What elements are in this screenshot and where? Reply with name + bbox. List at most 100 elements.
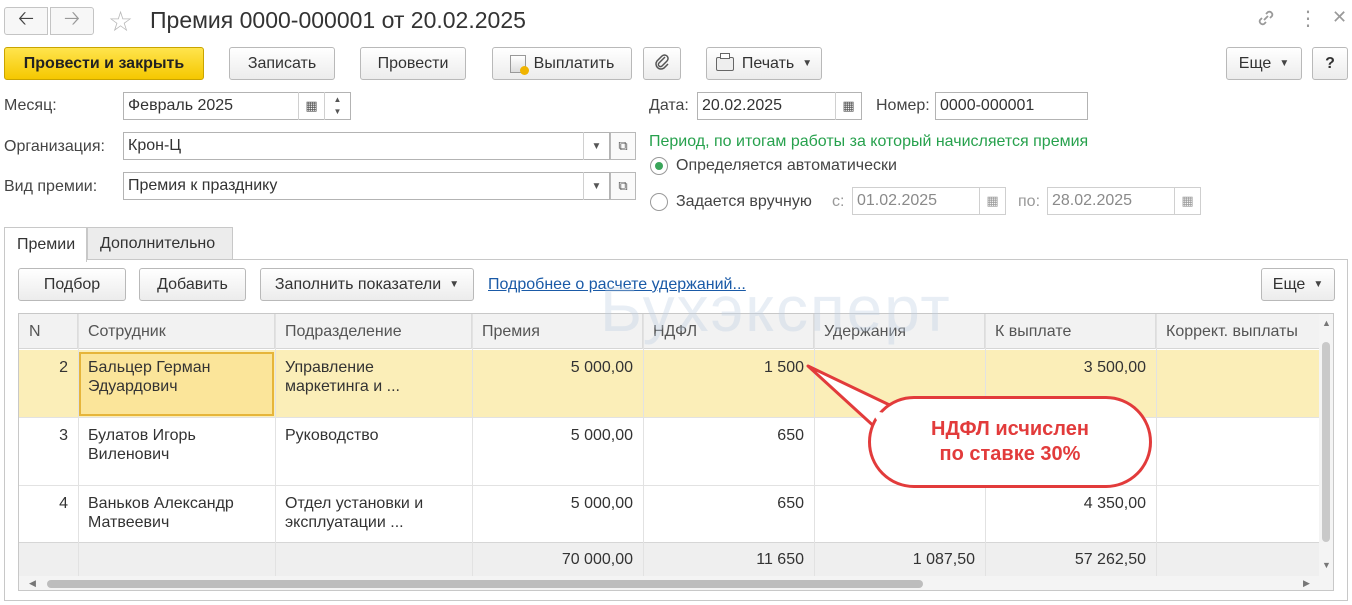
calendar-icon[interactable]: ▦ — [1174, 187, 1200, 215]
chevron-down-icon[interactable]: ▼ — [583, 172, 609, 200]
column-divider — [814, 314, 815, 576]
column-divider — [1156, 314, 1157, 576]
help-button[interactable]: ? — [1312, 47, 1348, 80]
forward-button[interactable]: 🡢 — [50, 7, 94, 35]
number-value: 0000-000001 — [940, 97, 1035, 114]
pick-button[interactable]: Подбор — [18, 268, 126, 301]
pay-button[interactable]: Выплатить — [492, 47, 632, 80]
post-and-close-button[interactable]: Провести и закрыть — [4, 47, 204, 80]
calendar-icon[interactable]: ▦ — [979, 187, 1005, 215]
month-label: Месяц: — [4, 97, 57, 114]
to-pay-amount: 3 500,00 — [1083, 359, 1146, 376]
scroll-left-icon[interactable]: ◀ — [29, 578, 36, 589]
more-label: Еще — [1238, 54, 1272, 72]
callout-line1: НДФЛ исчислен — [931, 418, 1089, 440]
favorite-star-icon[interactable]: ☆ — [108, 5, 133, 38]
print-label: Печать — [741, 54, 795, 72]
print-button[interactable]: Печать ▼ — [706, 47, 822, 80]
callout-pointer-mask — [870, 410, 898, 442]
column-divider — [275, 314, 276, 576]
month-value: Февраль 2025 — [128, 97, 234, 114]
department-line2: маркетинга и ... — [285, 378, 400, 395]
callout-line2: по ставке 30% — [939, 443, 1081, 465]
ndfl-amount: 650 — [777, 427, 804, 444]
period-from-field[interactable]: 01.02.2025 ▦ — [852, 187, 1006, 215]
add-button[interactable]: Добавить — [139, 268, 246, 301]
col-header-department[interactable]: Подразделение — [275, 314, 472, 349]
pay-icon — [509, 54, 529, 75]
department-line2: эксплуатации ... — [285, 514, 404, 531]
radio-manual-label[interactable]: Задается вручную — [676, 193, 812, 211]
horizontal-scrollbar[interactable]: ◀ ▶ — [19, 576, 1333, 590]
link-icon[interactable] — [1256, 8, 1276, 34]
arrow-left-icon: 🡠 — [17, 8, 35, 30]
more-button[interactable]: Еще ▼ — [1226, 47, 1302, 80]
employee-name-line1: Ваньков Александр — [88, 495, 234, 512]
chevron-down-icon: ▼ — [1313, 279, 1324, 290]
chevron-down-icon: ▼ — [1279, 58, 1290, 69]
bonus-amount: 5 000,00 — [570, 495, 633, 512]
month-field[interactable]: Февраль 2025 ▦ ▲ ▼ — [123, 92, 351, 120]
number-field[interactable]: 0000-000001 — [935, 92, 1088, 120]
close-icon[interactable]: ✕ — [1332, 7, 1347, 28]
column-divider — [643, 314, 644, 576]
watermark: Бухэксперт — [600, 273, 952, 345]
table-footer-totals: 70 000,00 11 650 1 087,50 57 262,50 — [19, 542, 1319, 576]
chevron-down-icon[interactable]: ▼ — [583, 132, 609, 160]
number-label: Номер: — [876, 97, 930, 114]
open-organization-button[interactable]: ⧉ — [610, 132, 636, 160]
post-button[interactable]: Провести — [360, 47, 466, 80]
col-header-pay-correction[interactable]: Коррект. выплаты — [1156, 314, 1319, 349]
column-divider — [472, 314, 473, 576]
period-to-label: по: — [1018, 193, 1041, 210]
col-header-n[interactable]: N — [19, 314, 78, 349]
organization-field[interactable]: Крон-Ц ▼ — [123, 132, 610, 160]
attach-button[interactable] — [643, 47, 681, 80]
col-header-to-pay[interactable]: К выплате — [985, 314, 1156, 349]
tab-bonuses[interactable]: Премии — [4, 227, 87, 262]
radio-manual[interactable] — [650, 193, 668, 211]
scroll-up-icon[interactable]: ▲ — [1322, 318, 1331, 328]
pay-label: Выплатить — [533, 54, 615, 72]
open-bonus-type-button[interactable]: ⧉ — [610, 172, 636, 200]
arrow-right-icon: 🡢 — [63, 8, 81, 30]
col-header-employee[interactable]: Сотрудник — [78, 314, 275, 349]
ndfl-amount: 1 500 — [763, 359, 804, 376]
period-to-value: 28.02.2025 — [1052, 192, 1133, 209]
tab-additional[interactable]: Дополнительно — [87, 227, 233, 260]
radio-auto[interactable] — [650, 157, 668, 175]
employee-name-line2: Виленович — [88, 446, 170, 463]
period-hint: Период, по итогам работы за который начи… — [649, 133, 1089, 150]
date-field[interactable]: 20.02.2025 ▦ — [697, 92, 862, 120]
organization-label: Организация: — [4, 138, 105, 155]
save-button[interactable]: Записать — [229, 47, 335, 80]
calendar-icon[interactable]: ▦ — [298, 92, 324, 120]
employee-name-line1: Булатов Игорь — [88, 427, 196, 444]
table-row[interactable]: 4 Ваньков Александр Матвеевич Отдел уста… — [19, 486, 1319, 542]
back-button[interactable]: 🡠 — [4, 7, 48, 35]
row-number: 3 — [59, 427, 68, 444]
more-vertical-icon[interactable]: ⋮ — [1298, 6, 1318, 31]
month-stepper[interactable]: ▲ ▼ — [324, 92, 350, 120]
table-more-button[interactable]: Еще ▼ — [1261, 268, 1335, 301]
horizontal-scroll-thumb[interactable] — [47, 580, 923, 588]
chevron-down-icon: ▼ — [802, 58, 813, 69]
fill-indicators-button[interactable]: Заполнить показатели ▼ — [260, 268, 474, 301]
radio-auto-label[interactable]: Определяется автоматически — [676, 157, 897, 175]
period-from-value: 01.02.2025 — [857, 192, 938, 209]
scroll-down-icon[interactable]: ▼ — [1322, 560, 1331, 570]
vertical-scrollbar[interactable]: ▲ ▼ — [1319, 314, 1333, 576]
total-deductions: 1 087,50 — [912, 551, 975, 568]
paperclip-icon — [654, 52, 670, 75]
bonus-type-value: Премия к празднику — [128, 177, 278, 194]
department-line1: Управление — [285, 359, 374, 376]
bonus-type-field[interactable]: Премия к празднику ▼ — [123, 172, 610, 200]
row-number: 2 — [59, 359, 68, 376]
employee-name-line2: Эдуардович — [88, 378, 178, 395]
calendar-icon[interactable]: ▦ — [835, 92, 861, 120]
period-to-field[interactable]: 28.02.2025 ▦ — [1047, 187, 1201, 215]
total-to-pay: 57 262,50 — [1074, 551, 1146, 568]
vertical-scroll-thumb[interactable] — [1322, 342, 1330, 542]
scroll-right-icon[interactable]: ▶ — [1303, 578, 1310, 589]
department-line1: Руководство — [285, 427, 379, 444]
